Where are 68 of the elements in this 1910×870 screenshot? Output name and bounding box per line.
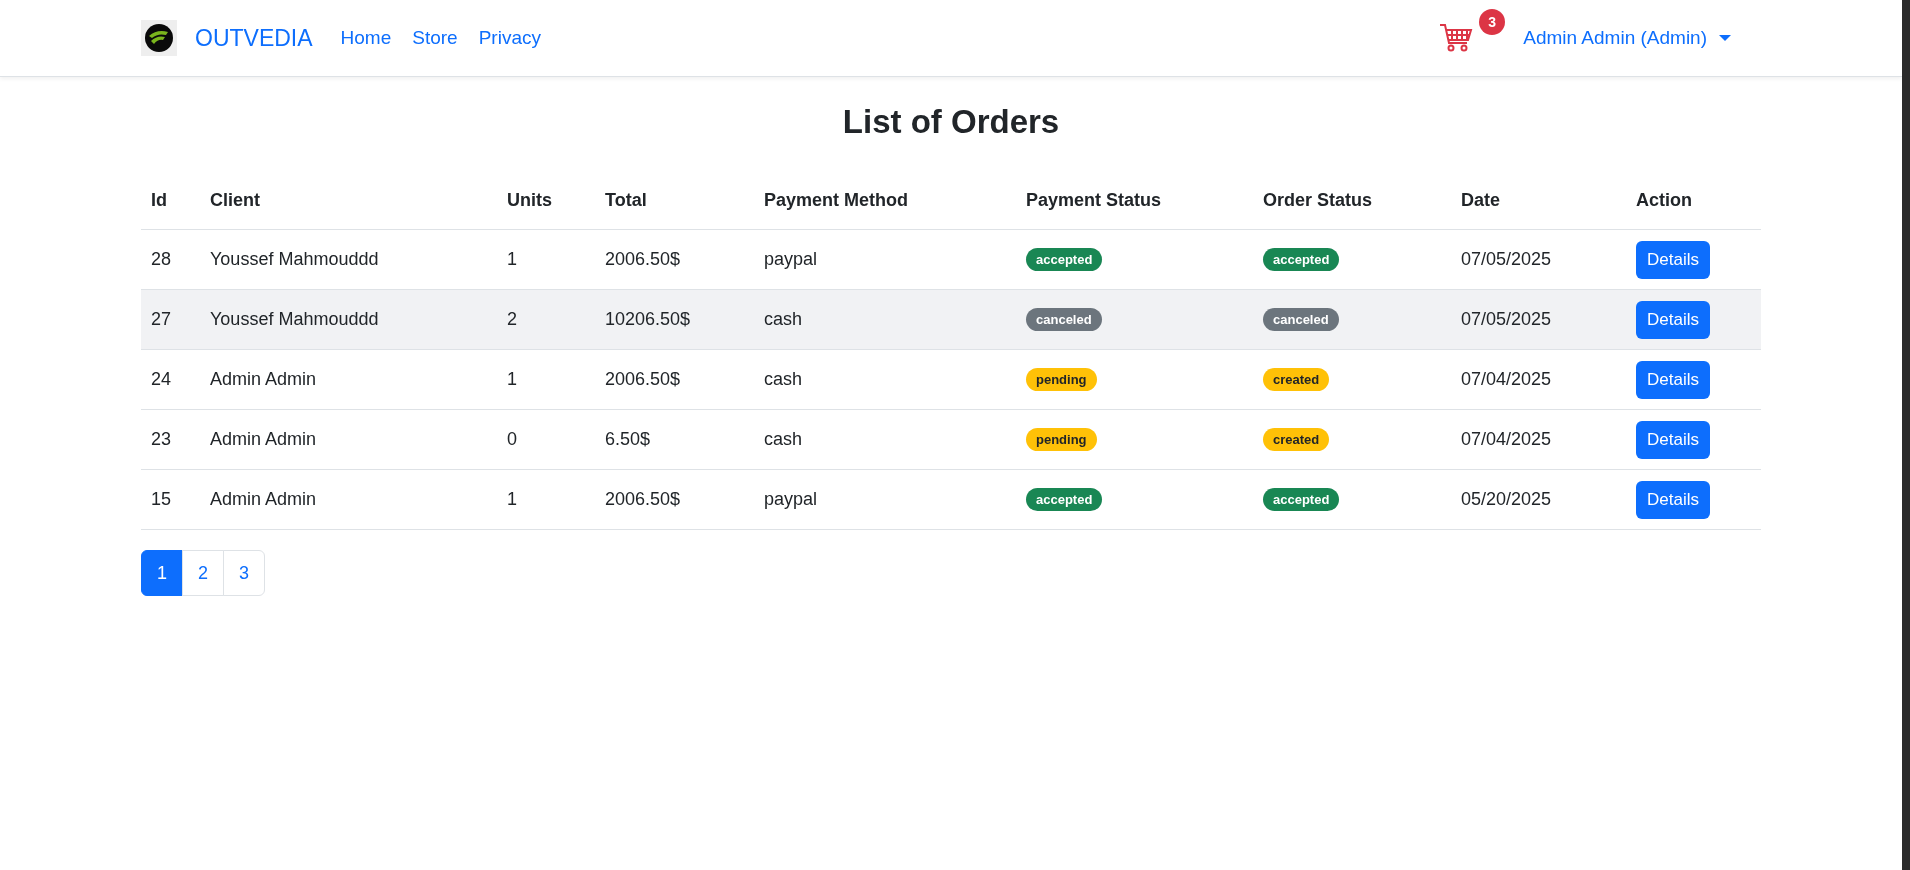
table-cell: 24 (151, 369, 172, 389)
details-button[interactable]: Details (1636, 300, 1710, 339)
table-cell: 07/05/2025 (1461, 309, 1552, 329)
table-cell: 15 (151, 489, 172, 509)
page-button[interactable]: 3 (223, 550, 265, 596)
table-cell: Admin Admin (210, 369, 317, 389)
status-badge: accepted (1026, 488, 1103, 511)
table-cell: 2006.50$ (605, 369, 681, 389)
status-badge: accepted (1263, 248, 1340, 271)
table-cell: 6.50$ (605, 429, 651, 449)
column-header: Id (151, 189, 167, 210)
table-cell: 0 (507, 429, 517, 449)
nav-link[interactable]: Home (340, 27, 392, 49)
status-badge: pending (1026, 428, 1097, 451)
table-cell: paypal (764, 249, 818, 269)
column-header: Units (507, 189, 552, 210)
table-cell: Youssef Mahmouddd (210, 309, 379, 329)
table-cell: 28 (151, 249, 172, 269)
status-badge: created (1263, 428, 1330, 451)
details-button[interactable]: Details (1636, 240, 1710, 279)
table-cell: cash (764, 429, 803, 449)
column-header: Order Status (1263, 189, 1373, 210)
page-button[interactable]: 1 (141, 550, 183, 596)
table-cell: cash (764, 369, 803, 389)
column-header: Date (1461, 189, 1500, 210)
status-badge: pending (1026, 368, 1097, 391)
table-cell: 2006.50$ (605, 249, 681, 269)
table-cell: 1 (507, 249, 517, 269)
details-button[interactable]: Details (1636, 420, 1710, 459)
nav-link[interactable]: Store (412, 27, 458, 49)
table-cell: paypal (764, 489, 818, 509)
details-button[interactable]: Details (1636, 480, 1710, 519)
status-badge: canceled (1026, 308, 1102, 331)
table-cell: Admin Admin (210, 429, 317, 449)
status-badge: accepted (1263, 488, 1340, 511)
column-header: Total (605, 189, 647, 210)
table-cell: 23 (151, 429, 172, 449)
column-header: Payment Method (764, 189, 909, 210)
column-header: Payment Status (1026, 189, 1162, 210)
table-cell: 07/04/2025 (1461, 369, 1552, 389)
cart-count-badge: 3 (1479, 9, 1506, 35)
logo-icon[interactable] (141, 20, 177, 56)
brand-link[interactable]: OUTVEDIA (195, 24, 313, 52)
column-header: Client (210, 189, 260, 210)
caret-icon (1719, 35, 1731, 41)
scrollbar[interactable] (1902, 0, 1910, 870)
table-cell: 1 (507, 369, 517, 389)
cart-icon[interactable] (1439, 23, 1474, 53)
status-badge: canceled (1263, 308, 1339, 331)
table-cell: cash (764, 309, 803, 329)
column-header: Action (1636, 189, 1692, 210)
table-cell: Admin Admin (210, 489, 317, 509)
nav-link[interactable]: Privacy (478, 27, 541, 49)
table-cell: 10206.50$ (605, 309, 691, 329)
status-badge: accepted (1026, 248, 1103, 271)
status-badge: created (1263, 368, 1330, 391)
page-title: List of Orders (841, 103, 1061, 141)
table-cell: 07/05/2025 (1461, 249, 1552, 269)
table-cell: 1 (507, 489, 517, 509)
table-cell: 27 (151, 309, 172, 329)
table-cell: Youssef Mahmouddd (210, 249, 379, 269)
details-button[interactable]: Details (1636, 360, 1710, 399)
table-cell: 2 (507, 309, 517, 329)
page-button[interactable]: 2 (182, 550, 224, 596)
table-cell: 05/20/2025 (1461, 489, 1552, 509)
table-cell: 07/04/2025 (1461, 429, 1552, 449)
table-cell: 2006.50$ (605, 489, 681, 509)
user-menu[interactable]: Admin Admin (Admin) (1523, 27, 1731, 49)
